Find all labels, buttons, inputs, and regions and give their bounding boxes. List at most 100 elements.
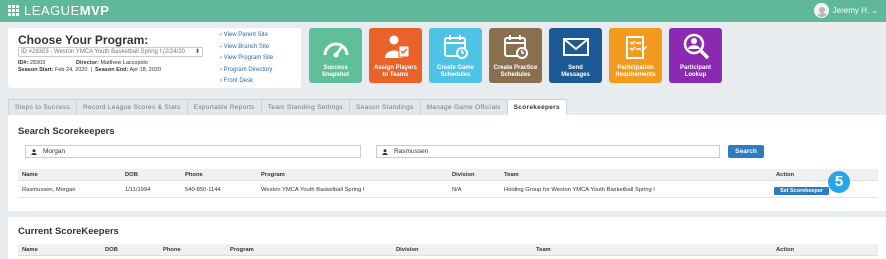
program-chooser-panel: Choose Your Program: ID #28303 - Weston … bbox=[8, 28, 301, 88]
cell-team: Holding Group for Weston YMCA Youth Bask… bbox=[504, 187, 655, 193]
col-header-dob: DOB bbox=[105, 247, 118, 253]
program-title: Choose Your Program: bbox=[18, 33, 149, 47]
tile-label-line-2: Lookup bbox=[684, 72, 707, 78]
practice-calendar-icon bbox=[501, 34, 531, 60]
user-name: Jeremy H. ⌄ bbox=[832, 6, 878, 15]
league-mvp-logo[interactable]: LEAGUEMVP bbox=[8, 3, 109, 18]
logo-text-mvp: MVP bbox=[79, 3, 110, 18]
season-separator: | bbox=[90, 67, 92, 73]
col-header-dob: DOB bbox=[125, 172, 138, 178]
season-start-value: Feb 24, 2020 bbox=[55, 67, 88, 73]
col-header-action: Action bbox=[776, 172, 795, 178]
set-scorekeeper-button[interactable]: Set Scorekeeper bbox=[774, 187, 829, 195]
section-divider bbox=[8, 211, 886, 217]
col-header-division: Division bbox=[396, 247, 419, 253]
tile-label-line-1: Create Practice bbox=[493, 65, 538, 71]
last-name-value: Rasmussen bbox=[394, 148, 429, 155]
tab-exportable-reports[interactable]: Exportable Reports bbox=[186, 99, 262, 115]
link-front-desk[interactable]: Front Desk bbox=[220, 76, 273, 88]
tab-season-standings[interactable]: Season Standings bbox=[349, 99, 421, 115]
first-name-field[interactable]: Morgan bbox=[25, 145, 361, 158]
link-view-program-site[interactable]: View Program Site bbox=[220, 53, 274, 65]
logo-text: LEAGUEMVP bbox=[24, 3, 109, 18]
link-view-branch-site[interactable]: View Branch Site bbox=[220, 42, 273, 54]
program-id-label: ID#: bbox=[18, 60, 29, 66]
first-name-value: Morgan bbox=[43, 148, 66, 155]
person-icon bbox=[31, 149, 37, 155]
season-line: Season Start: Feb 24, 2020 | Season End:… bbox=[18, 67, 161, 74]
checklist-icon bbox=[621, 34, 651, 60]
tile-success-snapshot[interactable]: Success Snapshot bbox=[309, 28, 362, 83]
tile-label: Assign Players to Teams bbox=[369, 65, 422, 79]
apps-grid-icon bbox=[8, 4, 20, 17]
last-name-field[interactable]: Rasmussen bbox=[376, 145, 720, 158]
tile-label-line-2: to Teams bbox=[382, 72, 409, 78]
cell-division: N/A bbox=[452, 187, 462, 193]
col-header-program: Program bbox=[261, 172, 285, 178]
cell-name: Rasmussen, Morgan bbox=[22, 187, 76, 193]
col-header-phone: Phone bbox=[185, 172, 203, 178]
tile-label-line-1: Participation bbox=[617, 65, 654, 71]
program-id-value: 28303 bbox=[29, 60, 46, 66]
tile-label: Create Game Schedules bbox=[429, 65, 482, 79]
col-header-phone: Phone bbox=[163, 247, 181, 253]
results-table: Name DOB Phone Program Division Team Act… bbox=[18, 169, 878, 201]
tab-record-league-scores[interactable]: Record League Scores & Stats bbox=[76, 99, 188, 115]
link-program-directory[interactable]: Program Directory bbox=[220, 65, 273, 77]
current-scorekeepers-table: Name DOB Phone Program Division Team Act… bbox=[18, 244, 878, 256]
tile-label-line-2: Messages bbox=[561, 72, 590, 78]
col-header-team: Team bbox=[504, 172, 519, 178]
tile-participation-requirements[interactable]: Participation Requirements bbox=[609, 28, 662, 83]
tab-manage-game-officials[interactable]: Manage Game Officials bbox=[419, 99, 508, 115]
search-button[interactable]: Search bbox=[728, 145, 764, 158]
tile-assign-players[interactable]: Assign Players to Teams bbox=[369, 28, 422, 83]
tab-steps-to-success[interactable]: Steps to Success bbox=[8, 99, 78, 115]
season-end-value: Apr 18, 2020 bbox=[129, 67, 162, 73]
col-header-program: Program bbox=[230, 247, 254, 253]
scorekeepers-content: Search Scorekeepers Morgan Rasmussen Sea… bbox=[8, 115, 886, 259]
season-start-label: Season Start: bbox=[18, 67, 54, 73]
avatar bbox=[813, 3, 829, 18]
tile-label-line-2: Snapshot bbox=[321, 72, 350, 78]
tile-label-line-1: Assign Players bbox=[373, 65, 418, 71]
top-navigation-bar: LEAGUEMVP Jeremy H. ⌄ bbox=[0, 0, 886, 22]
tile-label: Create Practice Schedules bbox=[489, 65, 542, 79]
tile-create-practice-schedules[interactable]: Create Practice Schedules bbox=[489, 28, 542, 83]
col-header-action: Action bbox=[776, 247, 795, 253]
tile-participant-lookup[interactable]: Participant Lookup bbox=[669, 28, 722, 83]
current-table-header: Name DOB Phone Program Division Team Act… bbox=[18, 244, 878, 256]
program-select-value: ID #28303 - Weston YMCA Youth Basketball… bbox=[21, 49, 185, 55]
tile-label: Participation Requirements bbox=[609, 65, 662, 79]
tile-create-game-schedules[interactable]: Create Game Schedules bbox=[429, 28, 482, 83]
col-header-name: Name bbox=[22, 172, 38, 178]
program-links: View Parent Site View Branch Site View P… bbox=[220, 30, 274, 88]
director-line: Director: Matthew Laccopolo bbox=[76, 60, 148, 67]
program-select[interactable]: ID #28303 - Weston YMCA Youth Basketball… bbox=[18, 47, 203, 57]
col-header-name: Name bbox=[22, 247, 38, 253]
user-menu[interactable]: Jeremy H. ⌄ bbox=[813, 3, 878, 18]
tab-bar: Steps to Success Record League Scores & … bbox=[8, 99, 567, 116]
search-scorekeepers-title: Search Scorekeepers bbox=[18, 126, 115, 137]
step-number-badge: 5 bbox=[828, 171, 850, 193]
assign-players-icon bbox=[381, 34, 411, 60]
tile-label-line-2: Schedules bbox=[500, 72, 531, 78]
link-view-parent-site[interactable]: View Parent Site bbox=[220, 30, 273, 42]
tab-team-standing-settings[interactable]: Team Standing Settings bbox=[260, 99, 350, 115]
person-icon bbox=[382, 149, 388, 155]
tile-label-line-2: Schedules bbox=[440, 72, 471, 78]
season-end-label: Season End: bbox=[94, 67, 129, 73]
logo-text-league: LEAGUE bbox=[24, 3, 80, 18]
tile-send-messages[interactable]: Send Messages bbox=[549, 28, 602, 83]
calendar-icon bbox=[441, 34, 471, 60]
tile-label-line-1: Create Game bbox=[436, 65, 475, 71]
cell-phone: 540-850-1144 bbox=[185, 187, 221, 193]
tile-label-line-1: Send bbox=[568, 65, 583, 71]
select-caret-icon: ⬍ bbox=[194, 49, 200, 55]
current-scorekeepers-title: Current ScoreKeepers bbox=[18, 226, 119, 237]
table-row: Rasmussen, Morgan 1/11/1994 540-850-1144… bbox=[18, 182, 878, 198]
tile-label-line-2: Requirements bbox=[615, 72, 656, 78]
envelope-icon bbox=[561, 34, 591, 60]
tile-label: Send Messages bbox=[549, 65, 602, 79]
tile-label: Participant Lookup bbox=[669, 65, 722, 79]
tab-scorekeepers[interactable]: Scorekeepers bbox=[506, 99, 567, 116]
